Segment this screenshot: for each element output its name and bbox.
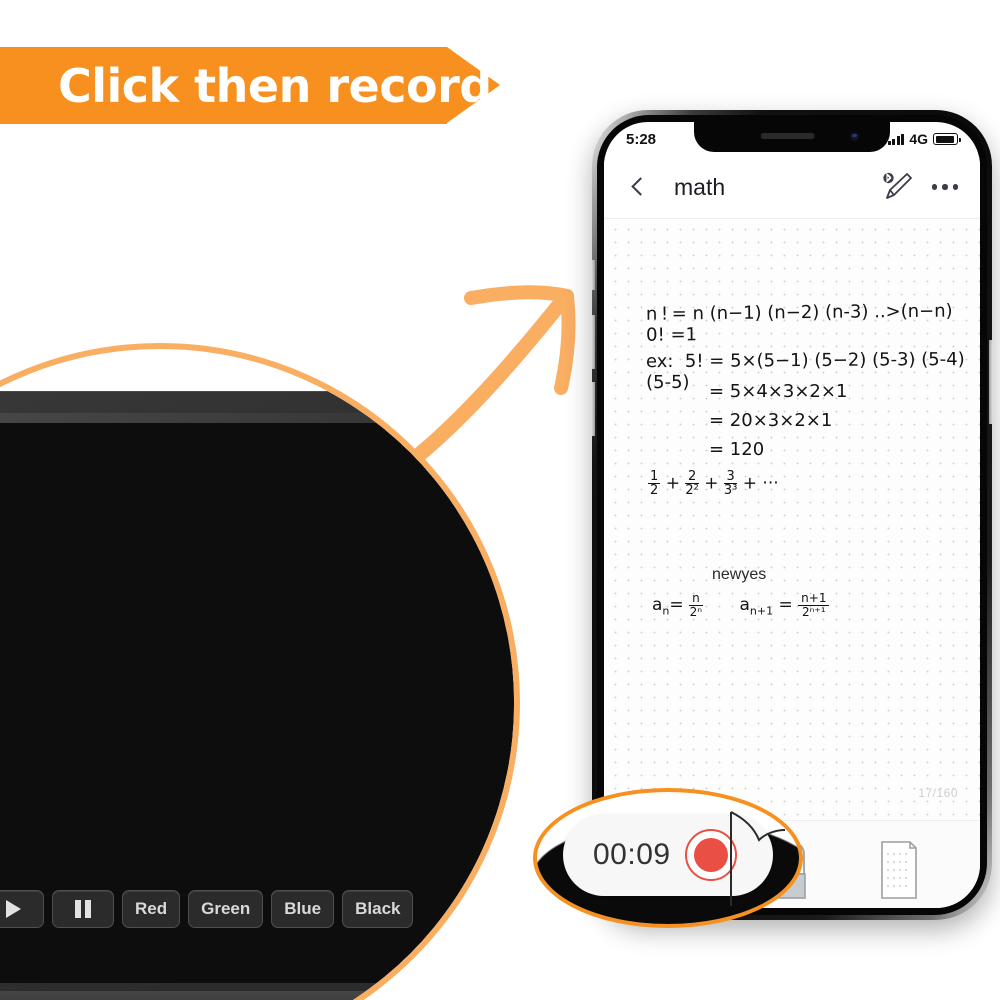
- handwriting-line-6: 1 2 + 2 2² + 3 3³ + ···: [648, 469, 779, 498]
- tablet-play-button[interactable]: [0, 890, 44, 928]
- nav-divider: [604, 218, 980, 219]
- bluetooth-pen-icon[interactable]: [878, 167, 918, 207]
- note-watermark: newyes: [712, 566, 767, 583]
- page-tool-button[interactable]: [872, 830, 924, 902]
- handwriting-line-3: = 5×4×3×2×1: [709, 381, 848, 402]
- battery-icon: [933, 133, 961, 145]
- phone-mute-switch[interactable]: [591, 260, 595, 290]
- status-indicators: 4G: [887, 131, 961, 147]
- tablet-chin-highlight: [0, 991, 514, 1000]
- banner-text: Click then record: [58, 58, 492, 113]
- play-icon: [5, 900, 21, 918]
- tablet-color-green-button[interactable]: Green: [188, 890, 264, 928]
- pause-icon: [75, 900, 91, 918]
- more-options-icon[interactable]: [931, 184, 958, 190]
- handwriting-line-7: an= n 2ⁿ an+1 = n+1 2ⁿ⁺¹: [652, 592, 830, 618]
- tablet-toolbar: Red Green Blue Black: [0, 887, 414, 931]
- handwriting-line-1: n ! = n (n−1) (n−2) (n-3) ..>(n−n) 0! =1: [645, 300, 970, 346]
- screenshot-root: Click then record 123inch: [0, 0, 1000, 1000]
- status-bar: 5:28 4G: [604, 122, 980, 156]
- tablet-color-blue-button[interactable]: Blue: [271, 890, 335, 928]
- phone-volume-up-button[interactable]: [591, 315, 595, 369]
- banner-ribbon: Click then record: [0, 47, 500, 124]
- tablet-zoom-callout: 123inch Red Green Blue Black: [0, 343, 520, 1000]
- back-button[interactable]: [626, 174, 652, 200]
- handwriting-line-4: = 20×3×2×1: [709, 410, 833, 431]
- tablet-pause-button[interactable]: [52, 890, 114, 928]
- handwriting-line-5: = 120: [709, 439, 765, 460]
- tablet-device: 123inch Red Green Blue Black: [0, 391, 514, 1000]
- tablet-color-red-button[interactable]: Red: [122, 890, 181, 928]
- phone-volume-down-button[interactable]: [591, 382, 595, 436]
- tablet-color-black-button[interactable]: Black: [342, 890, 414, 928]
- page-indicator: 17/160: [918, 786, 958, 800]
- record-timer: 00:09: [593, 838, 671, 871]
- status-time: 5:28: [626, 130, 657, 148]
- network-type-label: 4G: [909, 131, 928, 147]
- record-callout-tail: [730, 811, 786, 906]
- signal-strength-icon: [887, 133, 905, 145]
- phone-power-button[interactable]: [989, 340, 993, 424]
- record-zoom-callout: 00:09: [533, 788, 803, 928]
- note-title: math: [674, 173, 726, 200]
- app-nav-bar: math: [604, 156, 980, 218]
- record-callout-ellipse: 00:09: [533, 788, 803, 928]
